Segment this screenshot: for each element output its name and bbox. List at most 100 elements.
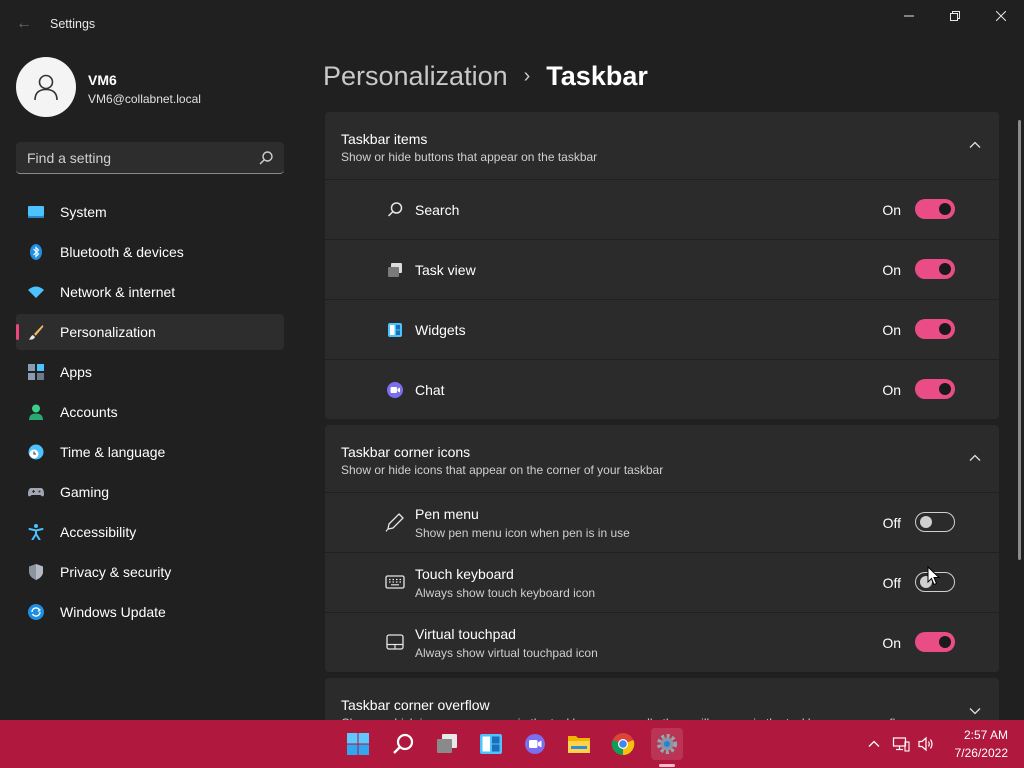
taskbar-clock-time[interactable]: 2:57 AM [950,728,1008,742]
setting-row-chat: Chat On [325,360,999,419]
tray-network-button[interactable] [891,734,911,754]
sidebar-item-gaming[interactable]: Gaming [16,474,284,510]
brush-icon [29,325,44,340]
tray-overflow-button[interactable] [864,734,884,754]
tray-volume-button[interactable] [916,734,936,754]
person-icon [29,404,43,420]
sidebar-item-bluetooth[interactable]: Bluetooth & devices [16,234,284,270]
taskbar-widgets-button[interactable] [475,728,507,760]
maximize-button[interactable] [932,0,978,32]
sidebar-item-label: Bluetooth & devices [60,244,184,260]
sidebar-item-apps[interactable]: Apps [16,354,284,390]
taskbar-corner-icons-header[interactable]: Taskbar corner icons Show or hide icons … [325,425,999,492]
toggle-state-label: On [882,382,901,398]
setting-row-search: Search On [325,180,999,239]
search-box[interactable] [16,142,284,174]
sidebar-item-personalization[interactable]: Personalization [16,314,284,350]
sidebar-item-accounts[interactable]: Accounts [16,394,284,430]
taskbar-start-button[interactable] [342,728,374,760]
chat-toggle[interactable] [915,379,955,399]
setting-description: Always show virtual touchpad icon [415,646,598,660]
search-input[interactable] [16,142,256,173]
breadcrumb-parent[interactable]: Personalization [323,61,508,92]
back-arrow-icon: ← [16,15,32,32]
chevron-up-icon[interactable] [969,452,981,464]
setting-title: Search [415,202,460,218]
section-title: Taskbar corner overflow [341,697,490,713]
taskbar-file-explorer-button[interactable] [563,728,595,760]
wifi-icon [28,286,44,298]
sidebar-item-windows-update[interactable]: Windows Update [16,594,284,630]
taskbar-task-view-button[interactable] [431,728,463,760]
minimize-icon [904,15,914,17]
setting-title: Touch keyboard [415,566,514,582]
virtual-touchpad-toggle[interactable] [915,632,955,652]
taskbar-settings-button[interactable] [651,728,683,760]
sidebar-item-label: Accessibility [60,524,137,540]
taskbar [0,720,1024,768]
taskbar-clock-date[interactable]: 7/26/2022 [940,746,1008,760]
monitor-icon [28,206,44,218]
chevron-right-icon: › [523,64,531,87]
sidebar-nav: System Bluetooth & devices Network & int… [16,194,284,634]
section-subtitle: Show or hide icons that appear on the co… [341,463,664,477]
minimize-button[interactable] [886,0,932,32]
toggle-knob [939,383,951,395]
toggle-state-label: On [882,262,901,278]
toggle-state-label: On [882,202,901,218]
scrollbar-thumb[interactable] [1018,120,1021,560]
sidebar-item-accessibility[interactable]: Accessibility [16,514,284,550]
touchpad-icon [386,634,404,650]
sidebar-item-label: System [60,204,107,220]
section-title: Taskbar corner icons [341,444,471,460]
setting-row-pen-menu: Pen menu Show pen menu icon when pen is … [325,493,999,552]
sidebar-item-label: Windows Update [60,604,166,620]
selection-indicator [16,324,19,340]
network-icon [892,737,910,752]
start-icon [347,733,369,755]
toggle-knob [939,203,951,215]
chevron-up-icon[interactable] [969,139,981,151]
setting-description: Show pen menu icon when pen is in use [415,526,630,540]
sidebar-item-system[interactable]: System [16,194,284,230]
taskbar-items-header[interactable]: Taskbar items Show or hide buttons that … [325,112,999,179]
sidebar-item-network[interactable]: Network & internet [16,274,284,310]
search-icon[interactable] [258,150,274,166]
user-email: VM6@collabnet.local [88,92,201,106]
taskbar-search-button[interactable] [387,728,419,760]
sidebar-item-label: Personalization [60,324,156,340]
toggle-knob [939,636,951,648]
close-button[interactable] [978,0,1024,32]
sidebar-item-label: Gaming [60,484,110,500]
section-title: Taskbar items [341,131,428,147]
search-toggle[interactable] [915,199,955,219]
setting-row-virtual-touchpad: Virtual touchpad Always show virtual tou… [325,613,999,672]
avatar[interactable] [16,57,76,117]
chrome-icon [611,733,635,756]
volume-icon [918,736,933,752]
toggle-state-label: On [882,322,901,338]
title-bar: ← Settings [0,0,1024,48]
back-button[interactable]: ← [12,12,36,36]
toggle-knob [920,516,932,528]
taskbar-chat-button[interactable] [519,728,551,760]
setting-title: Task view [415,262,476,278]
setting-title: Pen menu [415,506,479,522]
setting-description: Always show touch keyboard icon [415,586,596,600]
person-icon [34,74,58,101]
bluetooth-icon [30,244,42,260]
sidebar-item-time-language[interactable]: Time & language [16,434,284,470]
task-view-toggle[interactable] [915,259,955,279]
chevron-down-icon[interactable] [969,705,981,717]
setting-title: Chat [415,382,445,398]
shield-icon [29,564,43,580]
task-view-icon [437,734,457,753]
pen-menu-toggle[interactable] [915,512,955,532]
pen-icon [385,513,404,532]
setting-title: Widgets [415,322,466,338]
sidebar-item-privacy-security[interactable]: Privacy & security [16,554,284,590]
widgets-toggle[interactable] [915,319,955,339]
app-title: Settings [50,17,96,31]
taskbar-chrome-button[interactable] [607,728,639,760]
active-app-indicator [659,764,675,767]
